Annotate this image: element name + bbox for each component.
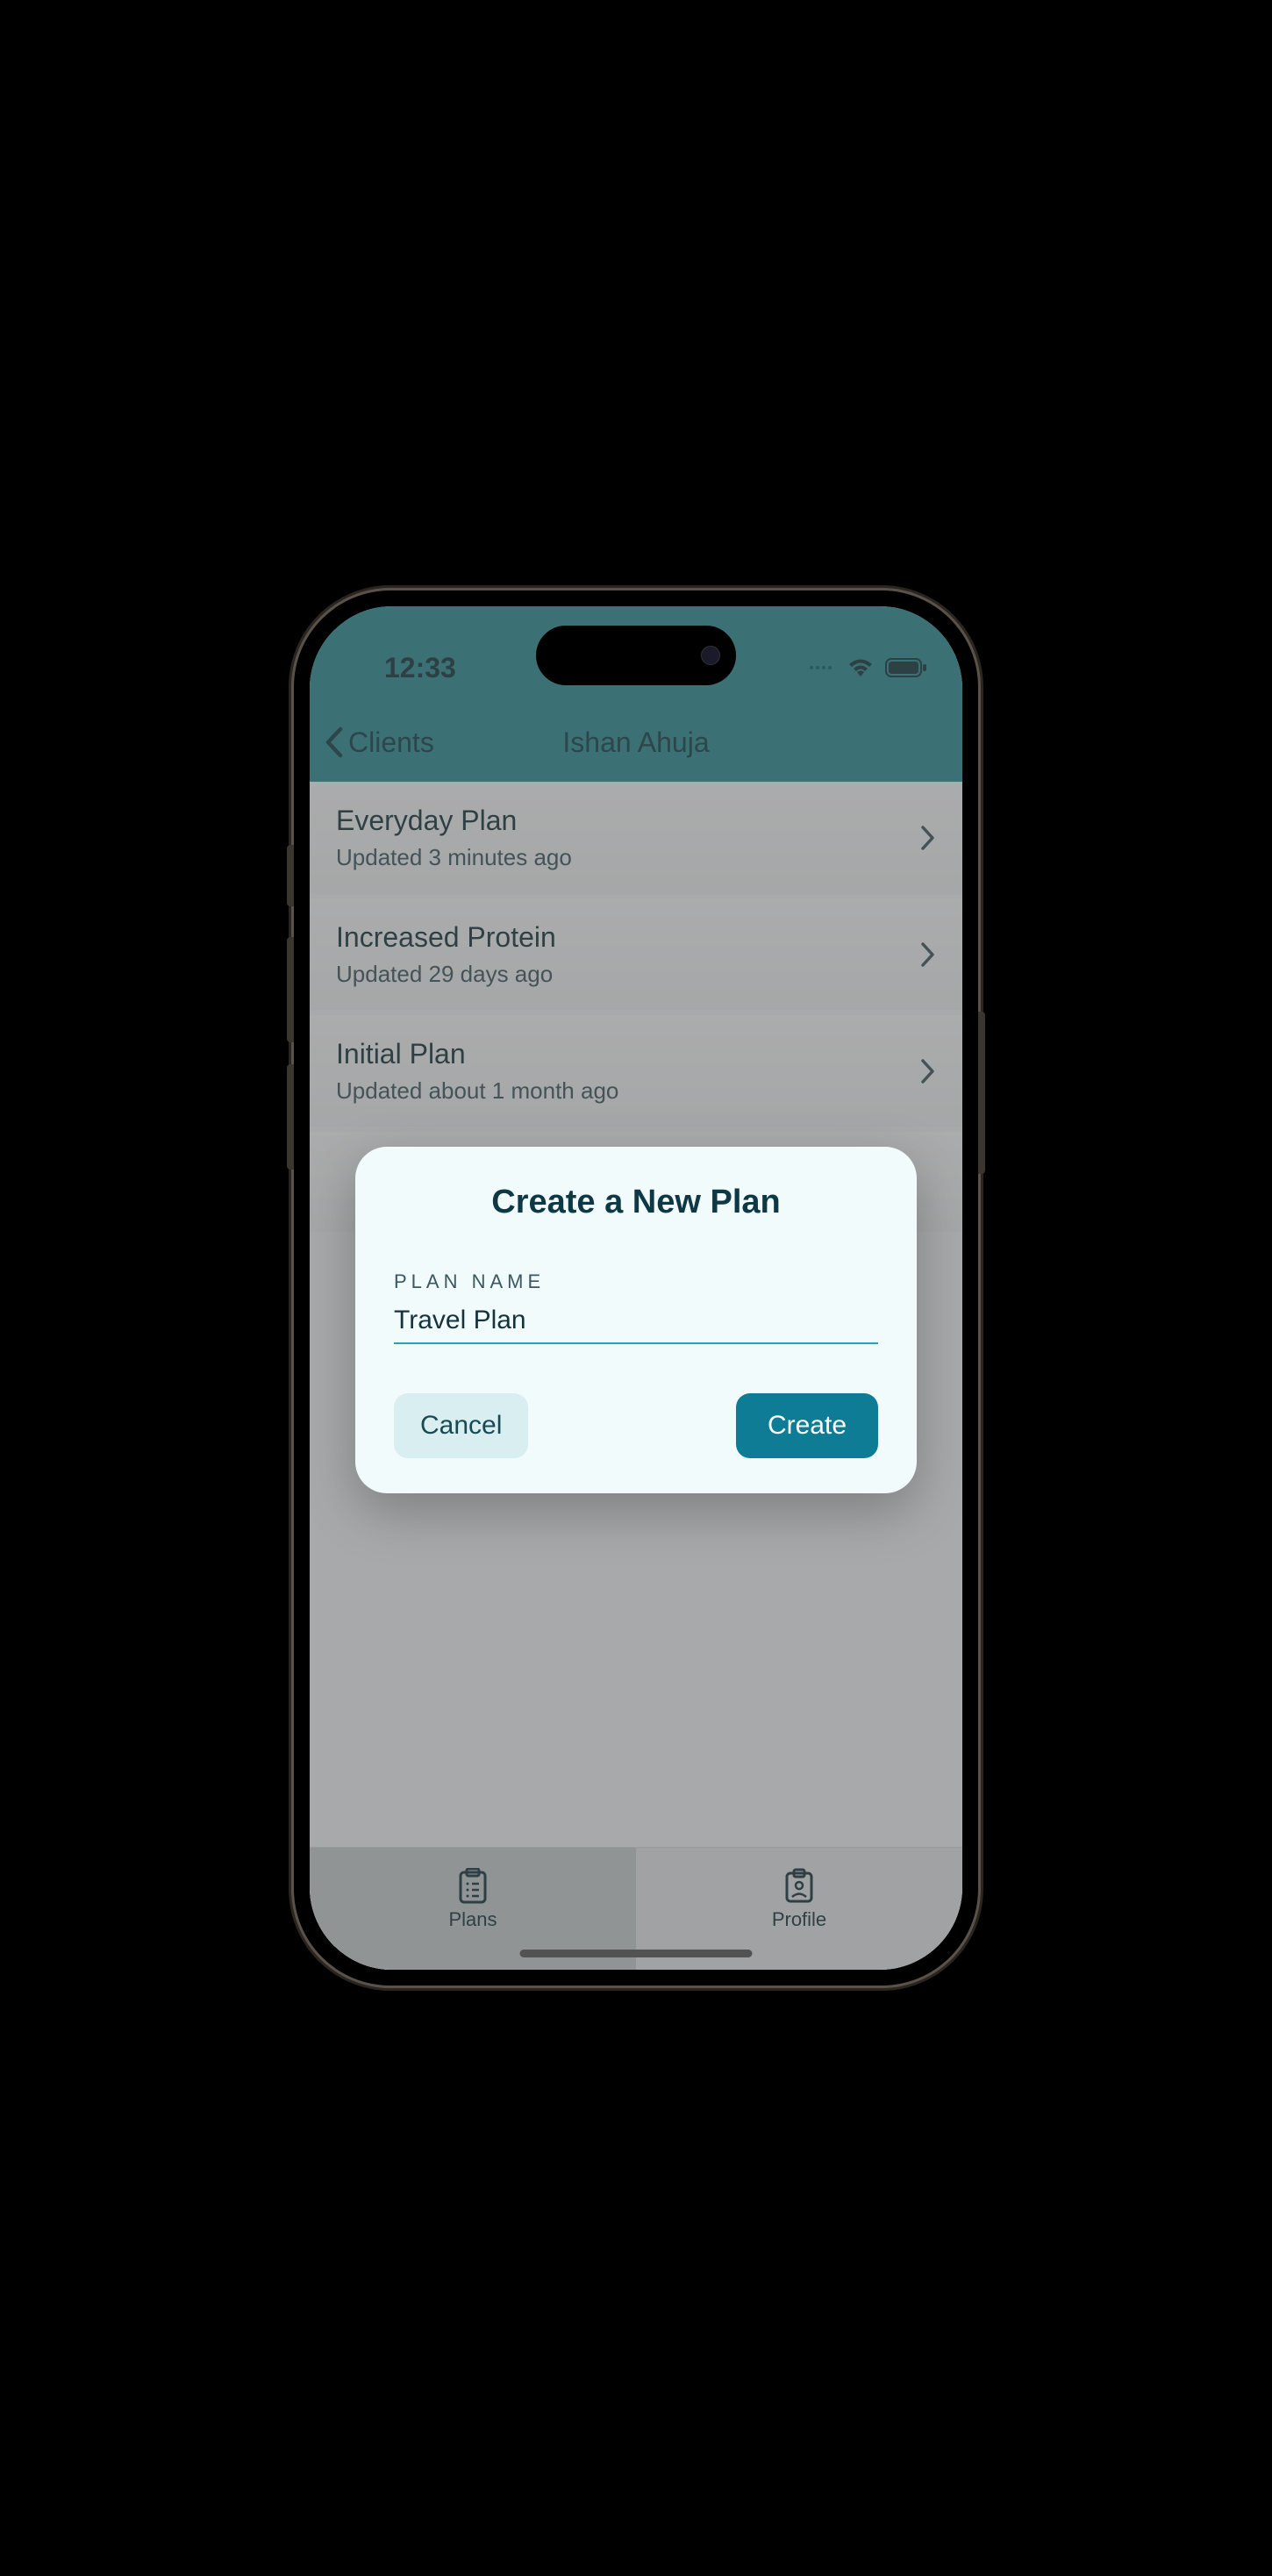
screen: 12:33 Clients Ishan Ahuja Everyday Plan …: [310, 606, 962, 1970]
dynamic-island: [536, 626, 736, 685]
modal-title: Create a New Plan: [394, 1184, 878, 1221]
power-button: [978, 1012, 985, 1174]
side-button: [287, 845, 294, 906]
create-button[interactable]: Create: [736, 1393, 878, 1458]
modal-overlay[interactable]: Create a New Plan PLAN NAME Cancel Creat…: [310, 606, 962, 1970]
field-label: PLAN NAME: [394, 1270, 878, 1293]
create-plan-modal: Create a New Plan PLAN NAME Cancel Creat…: [355, 1147, 917, 1493]
cancel-button[interactable]: Cancel: [394, 1393, 528, 1458]
plan-name-input[interactable]: [394, 1302, 878, 1344]
phone-device-frame: 12:33 Clients Ishan Ahuja Everyday Plan …: [294, 590, 978, 1986]
volume-up-button: [287, 937, 294, 1042]
volume-down-button: [287, 1064, 294, 1170]
front-camera: [701, 646, 720, 665]
